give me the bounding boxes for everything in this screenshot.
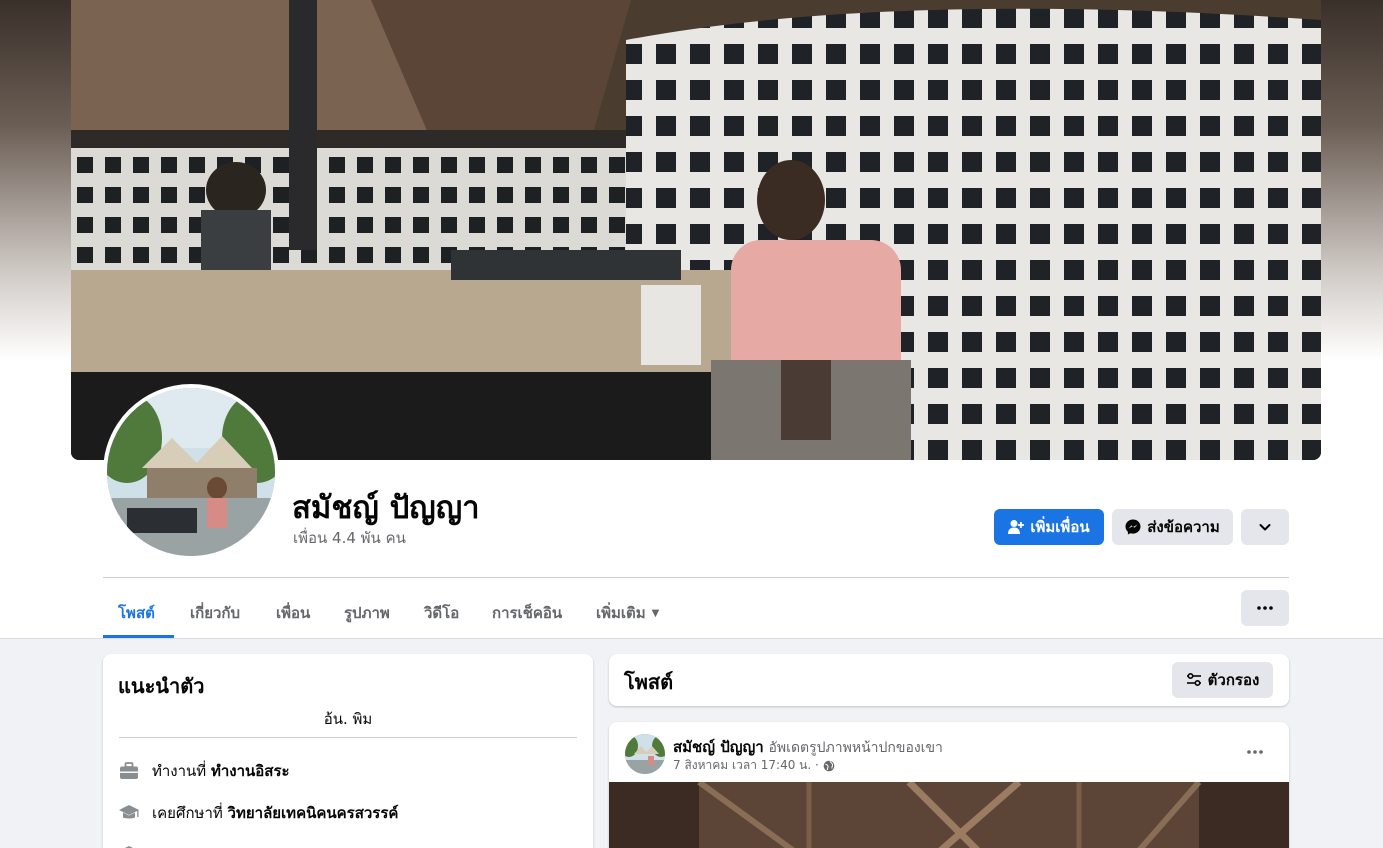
intro-education-row: เคยศึกษาที่ วิทยาลัยเทคนิคนครสวรรค์: [118, 801, 398, 825]
post-image-content: [609, 782, 1289, 848]
tab-photos[interactable]: รูปภาพ: [344, 588, 390, 638]
messenger-icon: [1125, 519, 1141, 535]
post-action-text: อัพเดตรูปภาพหน้าปกของเขา: [768, 740, 943, 756]
profile-header: สมัชญ์ ปัญญา เพื่อน 4.4 พัน คน เพิ่มเพื่…: [0, 0, 1383, 638]
graduation-cap-icon: [118, 843, 140, 848]
profile-options-button[interactable]: [1241, 509, 1289, 545]
globe-icon: [823, 760, 835, 771]
intro-divider: [119, 737, 577, 738]
tab-videos[interactable]: วิดีโอ: [424, 588, 459, 638]
more-dots-icon: [1257, 606, 1273, 610]
more-dots-icon: [1247, 750, 1263, 754]
header-bottom-border: [0, 638, 1383, 639]
intro-card: แนะนำตัว อ้น. พิม ทำงานที่ ทำงานอิสระ เค…: [103, 654, 593, 848]
tab-more-label: เพิ่มเติม: [596, 604, 646, 622]
work-value[interactable]: ทำงานอิสระ: [211, 762, 290, 780]
cover-photo-image: [71, 0, 1321, 460]
intro-work-row: ทำงานที่ ทำงานอิสระ: [118, 759, 290, 783]
cover-photo[interactable]: [71, 0, 1321, 460]
tab-checkins[interactable]: การเช็คอิน: [492, 588, 562, 638]
add-friend-label: เพิ่มเพื่อน: [1030, 518, 1090, 536]
add-friend-button[interactable]: เพิ่มเพื่อน: [994, 509, 1104, 545]
message-label: ส่งข้อความ: [1147, 518, 1220, 536]
posts-header-card: โพสต์ ตัวกรอง: [609, 654, 1289, 706]
post-meta: 7 สิงหาคม เวลา 17:40 น. ·: [673, 756, 835, 775]
intro-title: แนะนำตัว: [118, 674, 205, 698]
filter-sliders-icon: [1186, 673, 1201, 687]
post-options-button[interactable]: [1237, 740, 1273, 764]
posts-title: โพสต์: [624, 670, 674, 694]
post-card: สมัชญ์ ปัญญา อัพเดตรูปภาพหน้าปกของเขา 7 …: [609, 722, 1289, 848]
profile-name: สมัชญ์ ปัญญา: [292, 490, 480, 526]
profile-avatar[interactable]: [103, 384, 279, 560]
post-avatar-image: [625, 734, 665, 774]
tab-friends[interactable]: เพื่อน: [276, 588, 310, 638]
add-friend-icon: [1008, 520, 1025, 534]
tab-about[interactable]: เกี่ยวกับ: [190, 588, 240, 638]
message-button[interactable]: ส่งข้อความ: [1112, 509, 1233, 545]
intro-extra-row: [118, 843, 140, 848]
avatar-image: [107, 388, 275, 556]
filter-label: ตัวกรอง: [1207, 671, 1260, 689]
tab-posts[interactable]: โพสต์: [118, 588, 155, 638]
friend-count[interactable]: เพื่อน 4.4 พัน คน: [293, 526, 406, 550]
more-options-button[interactable]: [1241, 590, 1289, 626]
work-prefix: ทำงานที่: [152, 762, 207, 780]
post-image[interactable]: [609, 782, 1289, 848]
post-author-avatar[interactable]: [625, 734, 665, 774]
intro-bio: อ้น. พิม: [323, 710, 373, 728]
header-divider: [103, 577, 1289, 578]
chevron-down-icon: [1259, 524, 1271, 531]
graduation-cap-icon: [118, 802, 140, 824]
tab-more[interactable]: เพิ่มเติม ▼: [596, 588, 659, 638]
briefcase-icon: [118, 760, 140, 782]
caret-down-icon: ▼: [651, 607, 660, 619]
filter-button[interactable]: ตัวกรอง: [1172, 662, 1273, 698]
edu-value[interactable]: วิทยาลัยเทคนิคนครสวรรค์: [228, 804, 399, 822]
post-author-name[interactable]: สมัชญ์ ปัญญา: [673, 738, 764, 756]
post-timestamp[interactable]: 7 สิงหาคม เวลา 17:40 น. ·: [673, 756, 819, 775]
edu-prefix: เคยศึกษาที่: [152, 804, 223, 822]
